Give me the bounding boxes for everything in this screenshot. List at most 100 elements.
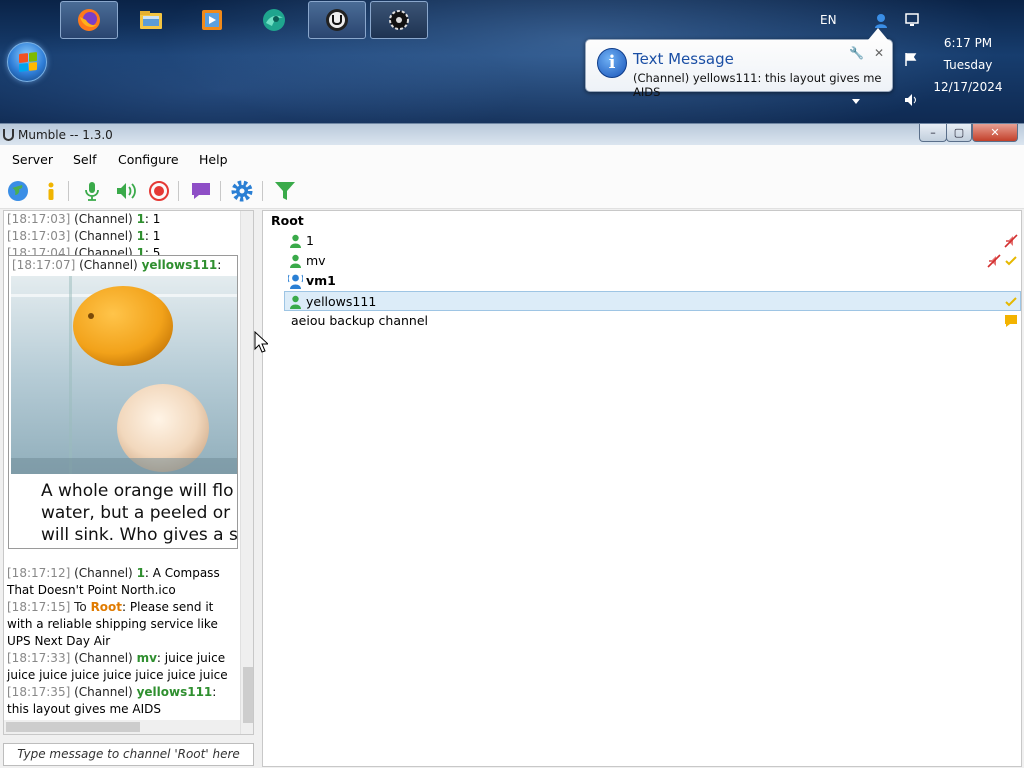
taskbar-media-player[interactable] (183, 1, 241, 39)
menu-help[interactable]: Help (199, 152, 228, 167)
windows-flag-icon (19, 52, 37, 72)
channel-name: aeiou backup channel (291, 313, 428, 328)
browser-icon (263, 9, 285, 31)
close-button[interactable]: ✕ (972, 124, 1018, 142)
firefox-icon (78, 9, 100, 31)
taskbar-file-explorer[interactable] (122, 1, 180, 39)
gear-icon (231, 180, 253, 202)
channel-root[interactable]: Root (263, 211, 1021, 231)
taskbar-firefox[interactable] (60, 1, 118, 39)
image-message[interactable]: [18:17:07] (Channel) yellows111: A whole… (8, 255, 238, 549)
toolbar-separator (262, 181, 263, 201)
notification-body: (Channel) yellows111: this layout gives … (633, 71, 882, 99)
channel-aeiou-backup[interactable]: aeiou backup channel (263, 311, 1021, 331)
clock-time: 6:17 PM (943, 36, 993, 50)
user-row-mv[interactable]: mv (263, 251, 1021, 271)
log-line: [18:17:15] To Root: Please send it with … (7, 600, 218, 648)
user-icon (290, 234, 301, 248)
close-icon[interactable]: ✕ (874, 46, 884, 60)
deafened-icon (1004, 234, 1018, 248)
speaker-icon (117, 183, 136, 199)
user-row-1[interactable]: 1 (263, 231, 1021, 251)
chat-log[interactable]: [18:17:03] (Channel) 1: 1 [18:17:03] (Ch… (3, 210, 254, 735)
system-clock[interactable]: 6:17 PM Tuesday 12/17/2024 (932, 32, 1004, 98)
network-icon[interactable] (904, 12, 920, 28)
mumble-app-icon (3, 129, 14, 141)
window-titlebar[interactable]: Mumble -- 1.3.0 – ▢ ✕ (0, 123, 1024, 145)
chat-input[interactable]: Type message to channel 'Root' here (3, 743, 254, 766)
taskbar-browser[interactable] (245, 1, 303, 39)
log-line: [18:17:33] (Channel) mv: juice juice jui… (7, 651, 228, 682)
filter-button[interactable] (273, 179, 297, 203)
channel-name: Root (271, 213, 304, 228)
volume-icon[interactable] (903, 92, 919, 108)
mumble-icon (326, 9, 348, 31)
maximize-button[interactable]: ▢ (946, 124, 972, 142)
log-line: [18:17:03] (Channel) 1: 1 (7, 212, 161, 226)
wrench-icon[interactable]: 🔧 (849, 46, 864, 60)
log-line: [18:17:12] (Channel) 1: A Compass That D… (7, 566, 220, 597)
scrollbar-thumb[interactable] (243, 667, 253, 723)
deafen-self-button[interactable] (114, 179, 138, 203)
mute-self-button[interactable] (80, 179, 104, 203)
menu-configure[interactable]: Configure (118, 152, 179, 167)
info-icon (48, 182, 54, 200)
media-player-icon (202, 10, 222, 30)
configure-button[interactable] (230, 179, 254, 203)
mouse-cursor-icon (254, 331, 268, 353)
user-name: mv (306, 253, 326, 268)
scrollbar-thumb[interactable] (6, 722, 140, 732)
deafened-icon (987, 254, 1001, 268)
user-icon (290, 254, 301, 268)
channel-tree[interactable]: Root 1 mv vm1 yellows111 aeiou backup ch… (262, 210, 1022, 767)
minimize-button[interactable]: – (919, 124, 947, 142)
comment-icon (1005, 315, 1017, 327)
mumble-tray-icon[interactable] (873, 12, 889, 28)
settings-app-icon (389, 10, 409, 30)
language-indicator[interactable]: EN (820, 13, 837, 27)
orange-photo (11, 276, 237, 474)
chat-bubble-icon (192, 183, 210, 199)
toolbar-separator (178, 181, 179, 201)
menu-server[interactable]: Server (12, 152, 53, 167)
action-center-flag-icon[interactable] (904, 52, 918, 66)
record-icon (149, 181, 169, 201)
image-message-header: [18:17:07] (Channel) yellows111: (12, 258, 222, 272)
orange-photo-image (11, 276, 237, 474)
microphone-icon (85, 182, 99, 201)
chat-log-horizontal-scrollbar[interactable] (4, 720, 240, 734)
file-explorer-icon (140, 11, 162, 29)
filter-funnel-icon (275, 182, 295, 200)
server-info-button[interactable] (39, 179, 63, 203)
connect-button[interactable] (6, 179, 30, 203)
toolbar-separator (220, 181, 221, 201)
desktop-taskbar: EN 6:17 PM Tuesday 12/17/2024 i Text Mes… (0, 0, 1024, 123)
start-button[interactable] (7, 42, 47, 82)
user-name: vm1 (306, 273, 336, 288)
user-row-yellows111[interactable]: yellows111 (284, 291, 1021, 311)
image-caption: A whole orange will flo water, but a pee… (41, 481, 238, 545)
chat-log-vertical-scrollbar[interactable] (240, 211, 253, 734)
talking-user-icon (288, 274, 303, 289)
record-button[interactable] (147, 179, 171, 203)
info-icon: i (597, 48, 627, 78)
toolbar (0, 173, 1024, 209)
user-row-vm1[interactable]: vm1 (263, 271, 1021, 291)
user-icon (290, 295, 301, 309)
taskbar-mumble[interactable] (308, 1, 366, 39)
balloon-pointer (868, 28, 888, 40)
menu-bar: Server Self Configure Help (0, 145, 1024, 173)
authenticated-check-icon (1005, 256, 1017, 266)
taskbar-settings-app[interactable] (370, 1, 428, 39)
clock-day: Tuesday (943, 58, 993, 72)
log-line: [18:17:35] (Channel) yellows111: this la… (7, 685, 217, 716)
log-line: [18:17:03] (Channel) 1: 1 (7, 229, 161, 243)
user-name: 1 (306, 233, 314, 248)
menu-self[interactable]: Self (73, 152, 97, 167)
window-title: Mumble -- 1.3.0 (18, 128, 113, 142)
toolbar-separator (68, 181, 69, 201)
user-name: yellows111 (306, 294, 377, 309)
clock-date: 12/17/2024 (933, 80, 1003, 94)
text-message-button[interactable] (189, 179, 213, 203)
notification-balloon[interactable]: i Text Message (Channel) yellows111: thi… (585, 28, 893, 99)
